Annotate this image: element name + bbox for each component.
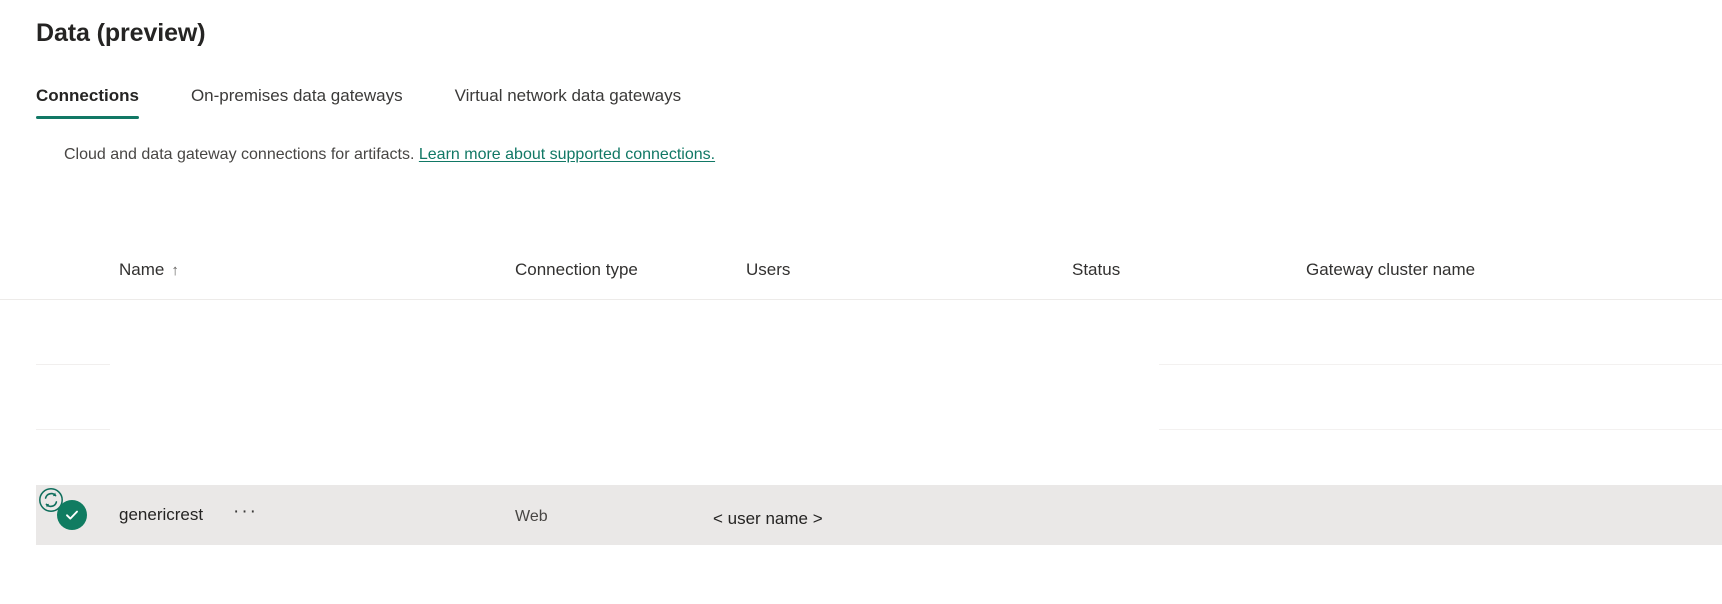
column-header-name[interactable]: Name ↑ [119,258,179,283]
column-header-users[interactable]: Users [746,258,790,282]
description: Cloud and data gateway connections for a… [64,144,715,166]
tab-virtual-network-data-gateways[interactable]: Virtual network data gateways [455,84,681,119]
cell-users: < user name > [713,507,823,531]
row-overflow-menu-button[interactable]: ··· [233,501,258,523]
connections-table: Name ↑ Connection type Users Status Gatew… [0,248,1722,430]
row-divider-left [36,429,110,430]
tab-virtual-network-data-gateways-label: Virtual network data gateways [455,86,681,105]
cell-connection-type: Web [515,505,548,529]
sort-ascending-icon: ↑ [171,259,179,283]
row-divider-right [1159,429,1722,430]
tab-on-premises-data-gateways[interactable]: On-premises data gateways [191,84,403,119]
tab-connections-label: Connections [36,86,139,105]
table-header-row: Name ↑ Connection type Users Status Gatew… [0,248,1722,300]
table-row-placeholder [0,300,1722,365]
table-row-placeholder [0,365,1722,430]
tab-on-premises-data-gateways-label: On-premises data gateways [191,86,403,105]
cell-connection-name[interactable]: genericrest [119,503,203,527]
tab-connections[interactable]: Connections [36,84,139,119]
table-row[interactable]: genericrest ··· Web < user name > [36,485,1722,545]
page-title: Data (preview) [36,17,206,49]
description-text: Cloud and data gateway connections for a… [64,146,419,163]
column-header-gateway-cluster-name[interactable]: Gateway cluster name [1306,258,1475,282]
tablist: Connections On-premises data gateways Vi… [36,84,681,119]
column-header-name-label: Name [119,260,164,279]
column-header-connection-type[interactable]: Connection type [515,258,638,282]
column-header-status[interactable]: Status [1072,258,1120,282]
learn-more-link[interactable]: Learn more about supported connections. [419,146,715,163]
check-circle-icon[interactable] [57,500,87,530]
